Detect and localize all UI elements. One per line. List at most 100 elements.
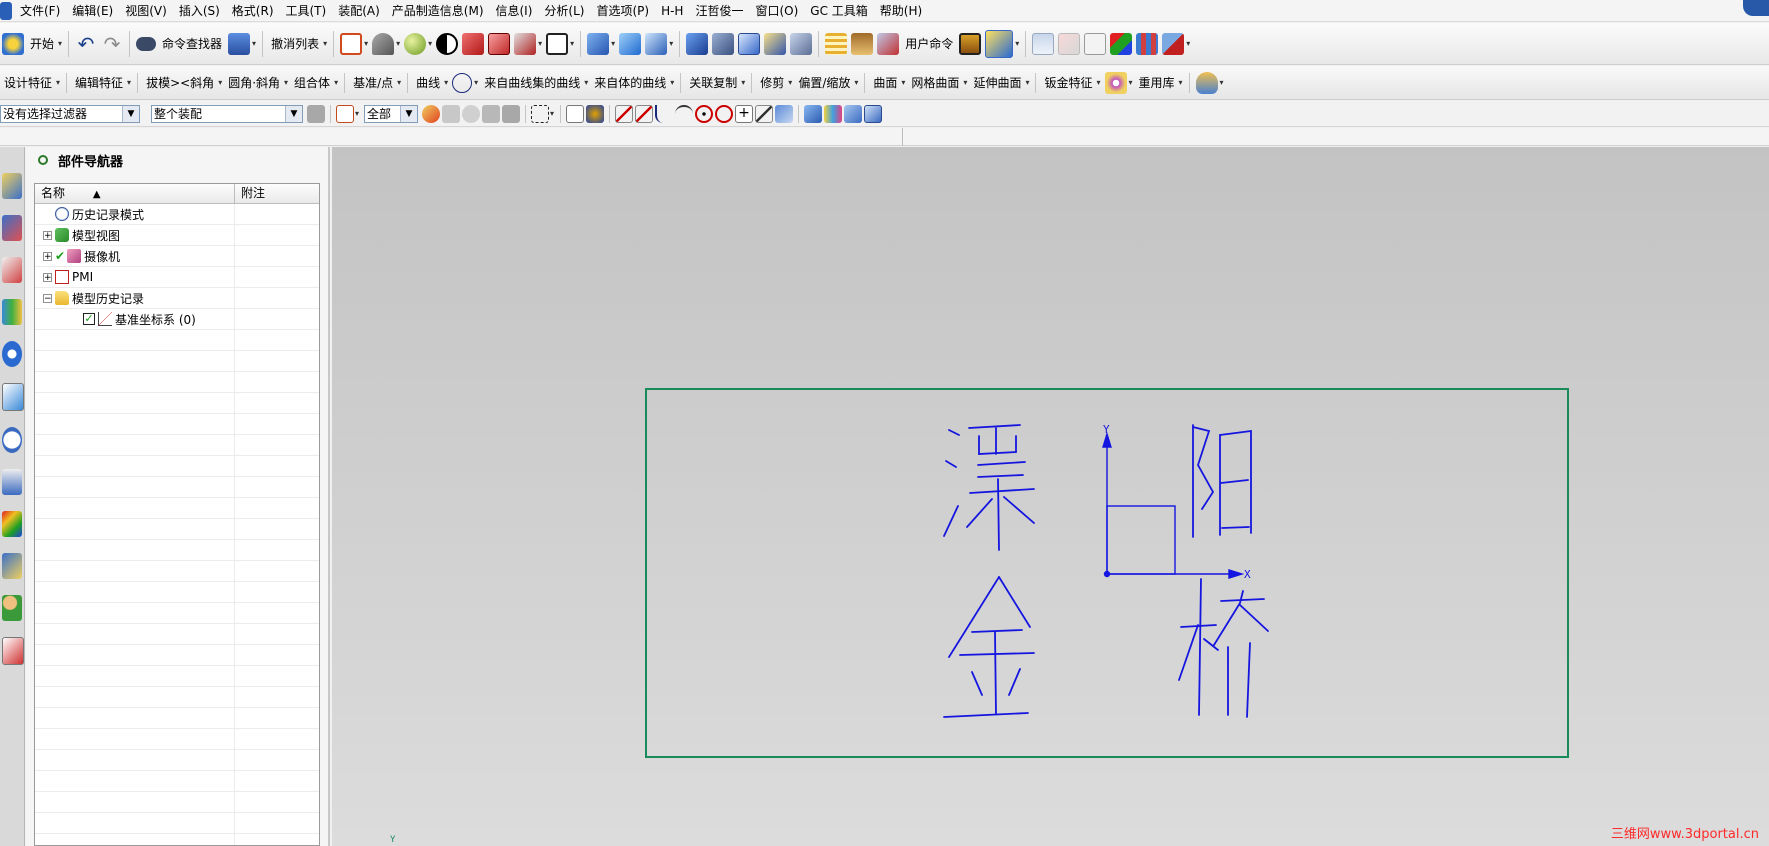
menu-trim[interactable]: 修剪 [756,74,788,91]
menu-edit-feature[interactable]: 编辑特征 [71,74,127,91]
menu-pmi[interactable]: 产品制造信息(M) [386,0,490,22]
menu-user[interactable]: 汪哲俊一 [689,0,749,22]
menu-format[interactable]: 格式(R) [226,0,280,22]
column-header-note[interactable]: 附注 [235,184,265,203]
chevron-down-icon[interactable]: ▾ [364,39,368,48]
sketch-char-qiao[interactable] [1178,578,1269,718]
select-features-icon[interactable] [422,104,441,123]
constraint-navigator-icon[interactable] [2,215,22,241]
menu-curve-from-bodies[interactable]: 来自体的曲线 [590,74,670,91]
chevron-down-icon[interactable]: ▾ [538,39,542,48]
command-finder-button[interactable]: 命令查找器 [162,35,222,52]
chevron-down-icon[interactable]: ▾ [788,78,792,87]
menu-offset-scale[interactable]: 偏置/缩放 [794,74,854,91]
menu-file[interactable]: 文件(F) [14,0,66,22]
select-body-icon[interactable] [462,104,481,123]
sketch-char-jin[interactable] [943,576,1035,718]
chevron-down-icon[interactable]: ▾ [1096,78,1100,87]
history-icon[interactable] [2,383,24,411]
menu-hh[interactable]: H-H [655,0,689,22]
menu-design-feature[interactable]: 设计特征 [0,74,56,91]
layout-icon[interactable] [1032,32,1055,55]
menu-edit[interactable]: 编辑(E) [66,0,119,22]
chevron-down-icon[interactable]: ▼ [400,105,418,122]
undo-icon[interactable]: ↶ [75,33,97,55]
snap-endpoint-icon[interactable] [615,104,634,123]
chevron-down-icon[interactable]: ▾ [56,78,60,87]
view-layer-icon[interactable] [864,104,883,123]
system-materials-icon[interactable] [2,469,22,495]
snap-on-face-icon[interactable] [775,104,794,123]
menu-extend-surface[interactable]: 延伸曲面 [969,74,1025,91]
start-button[interactable]: 开始 [30,35,54,52]
selection-intent-icon[interactable] [336,104,354,123]
chevron-down-icon[interactable]: ▾ [428,39,432,48]
chevron-down-icon[interactable]: ▾ [550,109,554,118]
navigator-row[interactable]: + ✔ 摄像机 [35,246,319,267]
process-studio-icon[interactable] [2,553,22,579]
shaded-view-icon[interactable] [372,32,395,55]
expand-icon[interactable]: + [43,272,52,282]
datum-csys[interactable] [1102,431,1245,579]
column-header-name[interactable]: 名称 ▲ [35,184,235,203]
undo-list-button[interactable]: 撤消列表 [271,35,319,52]
sketch-char-li[interactable] [943,424,1035,551]
chevron-down-icon[interactable]: ▾ [397,78,401,87]
clock-history-icon[interactable] [2,427,22,453]
chevron-down-icon[interactable]: ▼ [122,105,139,122]
navigator-row[interactable]: ✓ 基准坐标系 (0) [35,309,319,330]
gear-box-icon[interactable] [1104,71,1127,94]
select-edge-icon[interactable] [482,104,501,123]
menu-curve[interactable]: 曲线 [412,74,444,91]
chevron-down-icon[interactable]: ▾ [901,78,905,87]
view-front-icon[interactable] [619,32,642,55]
chevron-down-icon[interactable]: ▾ [584,78,588,87]
menu-curve-from-curves[interactable]: 来自曲线集的曲线 [480,74,584,91]
expand-icon[interactable]: + [43,230,52,240]
menu-sheet-metal[interactable]: 钣金特征 [1040,74,1096,91]
spring-icon[interactable] [825,32,848,55]
chevron-down-icon[interactable]: ▾ [1186,39,1190,48]
move-component-icon[interactable] [764,32,787,55]
menu-view[interactable]: 视图(V) [119,0,173,22]
box-icon[interactable] [985,29,1014,58]
selection-tool-icon[interactable] [228,32,251,55]
menu-surface[interactable]: 曲面 [869,74,901,91]
snap-control-icon[interactable] [655,104,673,123]
reposition-icon[interactable] [790,32,813,55]
menu-insert[interactable]: 插入(S) [173,0,226,22]
chevron-down-icon[interactable]: ▾ [218,78,222,87]
color-cube-icon[interactable] [1110,32,1133,55]
type-filter-select[interactable]: 没有选择过滤器 ▼ [0,104,140,123]
view-color-icon[interactable] [824,104,843,123]
section-solid-icon[interactable] [514,32,537,55]
web-browser-icon[interactable] [2,341,22,367]
chevron-down-icon[interactable]: ▾ [611,39,615,48]
chevron-down-icon[interactable]: ▾ [355,109,359,118]
menu-help[interactable]: 帮助(H) [874,0,928,22]
filter-settings-icon[interactable] [307,104,325,123]
grid-tool-icon[interactable] [1136,32,1159,55]
chevron-down-icon[interactable]: ▾ [854,78,858,87]
menu-assembly[interactable]: 装配(A) [332,0,386,22]
chevron-down-icon[interactable]: ▼ [285,105,302,122]
snap-intersection-icon[interactable] [675,104,694,123]
expand-icon[interactable]: + [43,251,52,261]
chevron-down-icon[interactable]: ▾ [444,78,448,87]
edit-table-icon[interactable] [1058,32,1081,55]
menu-fillet-chamfer[interactable]: 圆角·斜角 [224,74,284,91]
redo-icon[interactable]: ↷ [101,33,123,55]
chevron-down-icon[interactable]: ▾ [741,78,745,87]
menu-window[interactable]: 窗口(O) [749,0,804,22]
snap-settings-icon[interactable] [586,104,605,123]
collapse-icon[interactable]: − [43,293,52,303]
sketch-char-yang[interactable] [1192,424,1252,538]
menu-analysis[interactable]: 分析(L) [538,0,590,22]
i-beam-icon[interactable] [959,32,982,55]
chevron-down-icon[interactable]: ▾ [669,39,673,48]
assembly-navigator-icon[interactable] [2,173,22,199]
snap-quadrant-icon[interactable] [715,104,734,123]
graphics-window[interactable]: Y X Y 三维网www.3dportal.cn [332,147,1769,846]
gear-gc-icon[interactable] [851,32,874,55]
chevron-down-icon[interactable]: ▾ [963,78,967,87]
